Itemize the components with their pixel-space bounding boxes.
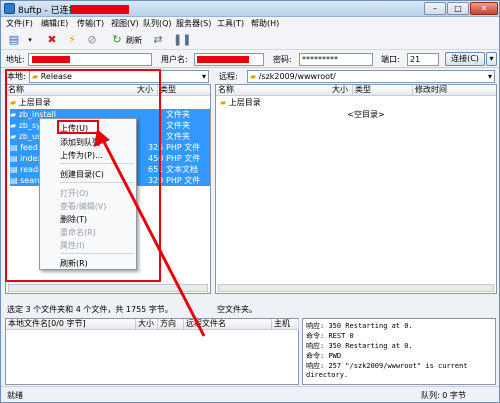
annotation-arrow: [94, 129, 206, 337]
app-window: 8uftp - 已连接到 – □ ✕ 文件(F) 编辑(E) 传输(T) 视图(…: [0, 0, 500, 403]
